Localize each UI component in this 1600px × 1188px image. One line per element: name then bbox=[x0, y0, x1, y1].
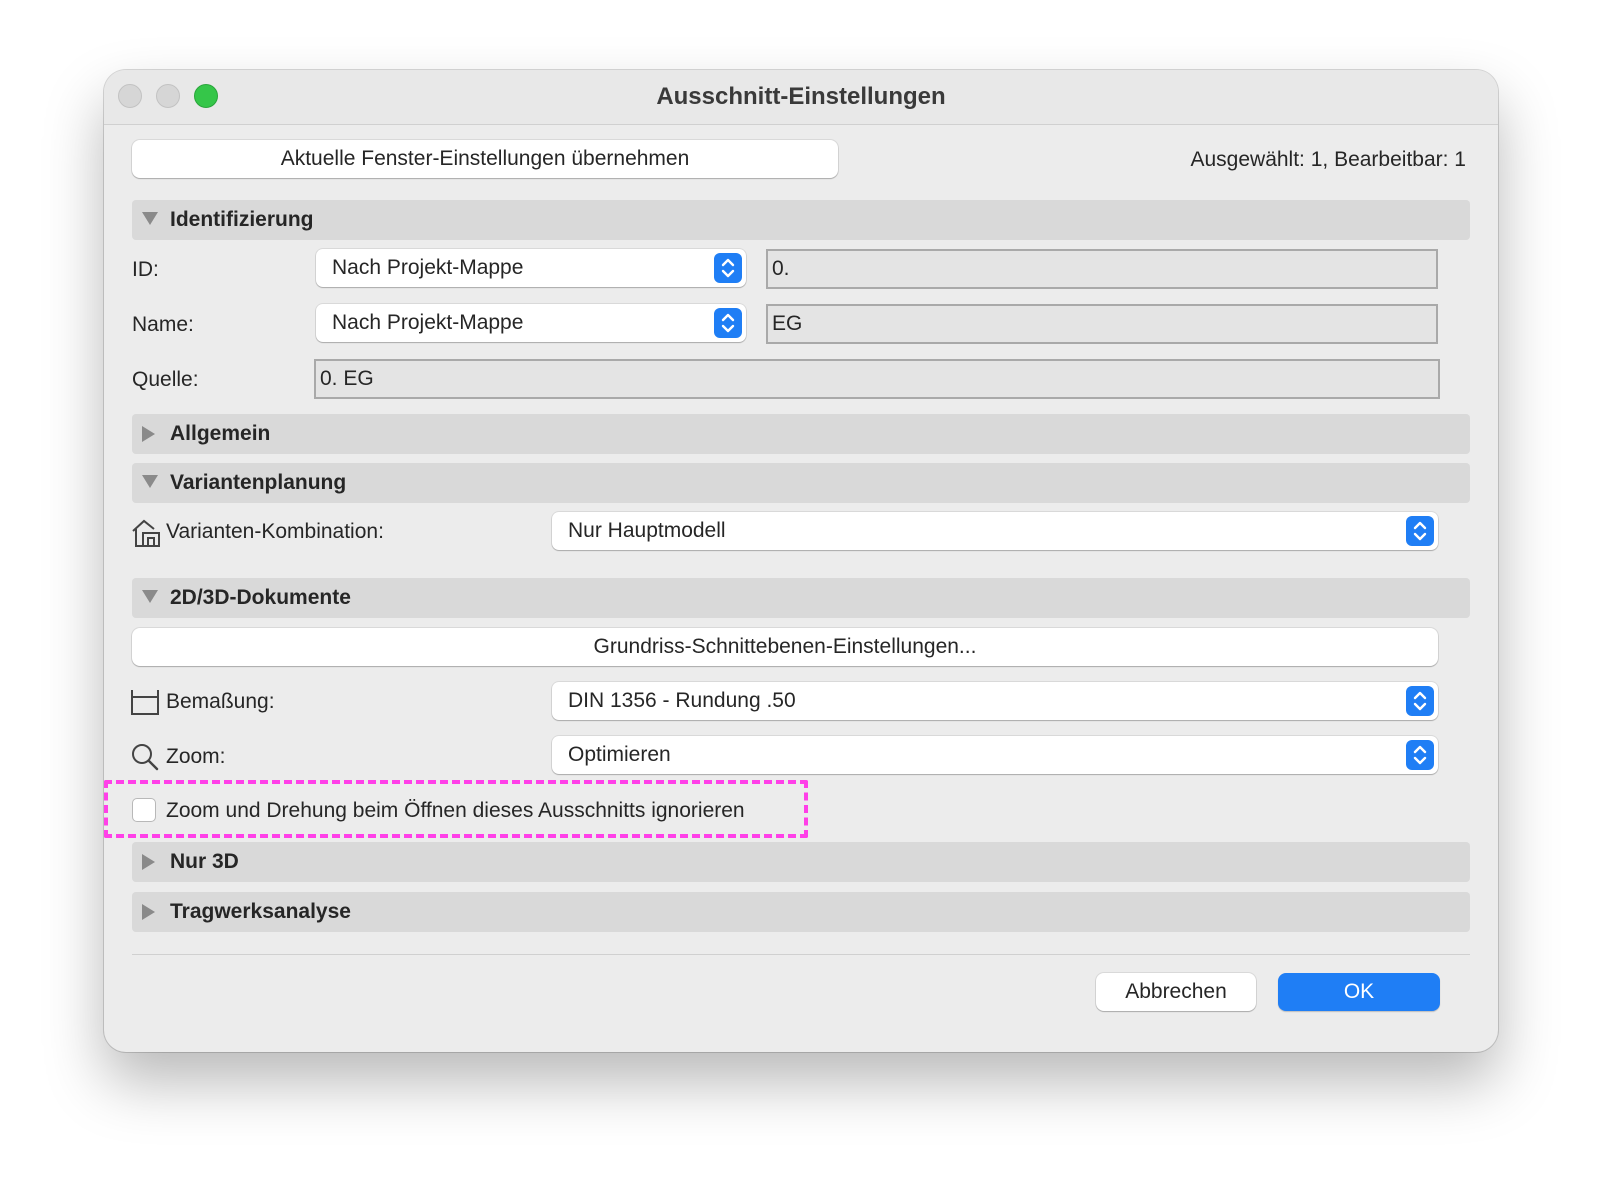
name-label: Name: bbox=[132, 313, 194, 336]
section-title: Variantenplanung bbox=[170, 471, 347, 494]
ok-button[interactable]: OK bbox=[1278, 973, 1440, 1011]
name-field[interactable]: EG bbox=[766, 304, 1438, 344]
section-tragwerksanalyse[interactable]: Tragwerksanalyse bbox=[132, 892, 1470, 932]
variant-combination-popup[interactable]: Nur Hauptmodell bbox=[552, 512, 1438, 550]
dimension-icon bbox=[130, 688, 160, 721]
popup-chevron-icon bbox=[1406, 516, 1434, 546]
variant-combination-label: Varianten-Kombination: bbox=[166, 520, 384, 543]
design-option-icon bbox=[130, 517, 162, 554]
variant-combination-value: Nur Hauptmodell bbox=[568, 519, 726, 542]
popup-chevron-icon bbox=[1406, 740, 1434, 770]
disclosure-collapsed-icon bbox=[142, 426, 155, 442]
section-title: Identifizierung bbox=[170, 208, 314, 231]
dimension-value: DIN 1356 - Rundung .50 bbox=[568, 689, 796, 712]
disclosure-expanded-icon bbox=[142, 212, 158, 225]
footer-divider bbox=[132, 954, 1470, 955]
zoom-label: Zoom: bbox=[166, 745, 226, 768]
popup-chevron-icon bbox=[714, 253, 742, 283]
popup-chevron-icon bbox=[1406, 686, 1434, 716]
section-title: Tragwerksanalyse bbox=[170, 900, 351, 923]
apply-window-settings-button[interactable]: Aktuelle Fenster-Einstellungen übernehme… bbox=[132, 140, 838, 178]
section-variantenplanung[interactable]: Variantenplanung bbox=[132, 463, 1470, 503]
zoom-magnifier-icon bbox=[130, 742, 160, 777]
disclosure-expanded-icon bbox=[142, 475, 158, 488]
floor-plan-cut-plane-settings-button[interactable]: Grundriss-Schnittebenen-Einstellungen... bbox=[132, 628, 1438, 666]
disclosure-expanded-icon bbox=[142, 590, 158, 603]
disclosure-collapsed-icon bbox=[142, 904, 155, 920]
title-bar: Ausschnitt-Einstellungen bbox=[104, 70, 1498, 125]
source-field: 0. EG bbox=[314, 359, 1440, 399]
window-title: Ausschnitt-Einstellungen bbox=[656, 83, 946, 110]
name-mode-value: Nach Projekt-Mappe bbox=[332, 311, 524, 334]
id-label: ID: bbox=[132, 258, 159, 281]
dimension-popup[interactable]: DIN 1356 - Rundung .50 bbox=[552, 682, 1438, 720]
cancel-button[interactable]: Abbrechen bbox=[1096, 973, 1256, 1011]
id-mode-popup[interactable]: Nach Projekt-Mappe bbox=[316, 249, 746, 287]
section-2d3d-dokumente[interactable]: 2D/3D-Dokumente bbox=[132, 578, 1470, 618]
popup-chevron-icon bbox=[714, 308, 742, 338]
disclosure-collapsed-icon bbox=[142, 854, 155, 870]
source-field-value: 0. EG bbox=[320, 367, 374, 390]
section-nur-3d[interactable]: Nur 3D bbox=[132, 842, 1470, 882]
dimension-label: Bemaßung: bbox=[166, 690, 275, 713]
id-field[interactable]: 0. bbox=[766, 249, 1438, 289]
zoom-value: Optimieren bbox=[568, 743, 671, 766]
selection-status: Ausgewählt: 1, Bearbeitbar: 1 bbox=[1190, 148, 1466, 171]
id-field-value: 0. bbox=[772, 257, 790, 280]
section-title: Allgemein bbox=[170, 422, 271, 445]
dialog-window: Ausschnitt-Einstellungen Aktuelle Fenste… bbox=[104, 70, 1498, 1052]
id-mode-value: Nach Projekt-Mappe bbox=[332, 256, 524, 279]
name-field-value: EG bbox=[772, 312, 803, 335]
zoom-popup[interactable]: Optimieren bbox=[552, 736, 1438, 774]
name-mode-popup[interactable]: Nach Projekt-Mappe bbox=[316, 304, 746, 342]
source-label: Quelle: bbox=[132, 368, 199, 391]
section-title: Nur 3D bbox=[170, 850, 239, 873]
annotation-highlight-box bbox=[104, 780, 808, 838]
section-allgemein[interactable]: Allgemein bbox=[132, 414, 1470, 454]
section-title: 2D/3D-Dokumente bbox=[170, 586, 351, 609]
section-identifizierung[interactable]: Identifizierung bbox=[132, 200, 1470, 240]
